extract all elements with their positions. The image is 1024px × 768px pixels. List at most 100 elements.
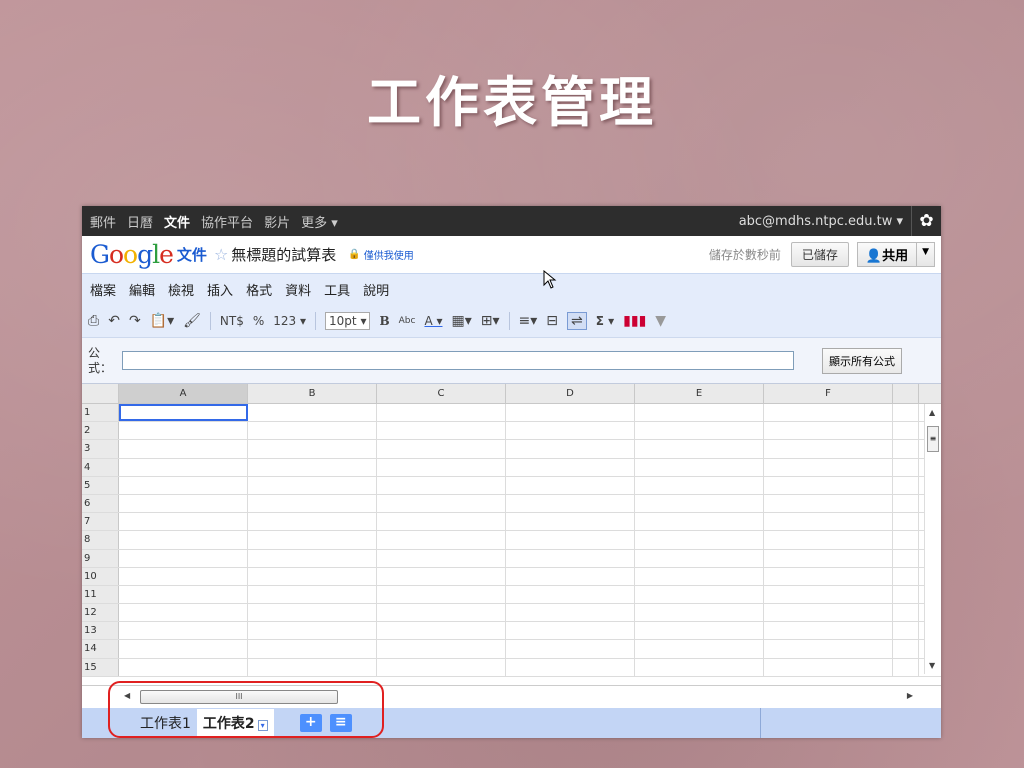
chart-icon[interactable]: ▮▮▮ [623,313,646,329]
grid-cell[interactable] [377,640,506,658]
grid-cell[interactable] [635,622,764,640]
grid-cell[interactable] [377,422,506,440]
grid-cell[interactable] [893,567,919,585]
formula-input[interactable] [122,351,794,370]
menu-file[interactable]: 檔案 [90,280,116,299]
grid-cell[interactable] [506,585,635,604]
grid-cell[interactable] [119,422,248,440]
grid-cell[interactable] [119,531,248,549]
menu-data[interactable]: 資料 [285,280,311,299]
star-icon[interactable]: ☆ [214,245,228,264]
grid-cell[interactable] [764,585,893,604]
nav-item-more[interactable]: 更多 ▾ [301,212,338,231]
grid-cell[interactable] [377,513,506,531]
grid-cell[interactable] [764,440,893,458]
saved-button[interactable]: 已儲存 [790,242,849,267]
grid-cell[interactable] [635,567,764,585]
grid-cell[interactable] [377,404,506,422]
grid-cell[interactable] [506,604,635,622]
grid-cell[interactable] [248,476,377,494]
row-header[interactable]: 12 [82,604,119,622]
fill-color-icon[interactable]: ▦▾ [452,313,472,329]
nav-item-video[interactable]: 影片 [264,212,290,231]
grid-cell[interactable] [893,404,919,422]
grid-cell[interactable] [119,476,248,494]
column-header[interactable]: B [248,384,377,403]
account-email[interactable]: abc@mdhs.ntpc.edu.tw ▾ [739,214,903,229]
font-size-dropdown[interactable]: 10pt ▾ [325,311,371,330]
grid-cell[interactable] [248,531,377,549]
grid-cell[interactable] [635,513,764,531]
grid-cell[interactable] [506,549,635,567]
column-header[interactable]: F [764,384,893,403]
row-header[interactable]: 5 [82,476,119,494]
column-header[interactable]: A [119,384,248,403]
row-header[interactable]: 7 [82,513,119,531]
menu-help[interactable]: 說明 [363,280,389,299]
doc-title[interactable]: 無標題的試算表 [231,244,336,265]
grid-cell[interactable] [764,567,893,585]
row-header[interactable]: 6 [82,494,119,513]
grid-cell[interactable] [377,658,506,676]
grid-cell[interactable] [893,476,919,494]
percent-button[interactable]: % [253,314,264,328]
grid-cell[interactable] [377,567,506,585]
strikethrough-button[interactable]: Abc [399,316,416,326]
merge-cells-icon[interactable]: ⊟ [546,313,558,329]
row-header[interactable]: 3 [82,440,119,458]
text-color-dropdown[interactable]: A ▾ [424,314,442,328]
grid-cell[interactable] [893,622,919,640]
grid-cell[interactable] [764,476,893,494]
row-header[interactable]: 13 [82,622,119,640]
grid-cell[interactable] [506,622,635,640]
grid-cell[interactable] [893,658,919,676]
nav-item-calendar[interactable]: 日曆 [127,212,153,231]
grid-cell[interactable] [377,622,506,640]
undo-icon[interactable]: ↶ [108,313,120,329]
grid-cell[interactable] [248,513,377,531]
grid-cell[interactable] [635,531,764,549]
row-header[interactable]: 10 [82,567,119,585]
grid-cell[interactable] [506,476,635,494]
grid-cell[interactable] [893,585,919,604]
grid-cell[interactable] [764,422,893,440]
grid-cell[interactable] [506,404,635,422]
menu-tools[interactable]: 工具 [324,280,350,299]
grid-cell[interactable] [506,567,635,585]
nav-item-mail[interactable]: 郵件 [90,212,116,231]
filter-icon[interactable]: ▼ [655,313,666,329]
grid-cell[interactable] [764,494,893,513]
google-logo[interactable]: Google [90,240,174,269]
redo-icon[interactable]: ↷ [129,313,141,329]
print-icon[interactable]: ⎙ [88,313,99,329]
grid-cell[interactable] [119,622,248,640]
grid-cell[interactable] [635,494,764,513]
menu-view[interactable]: 檢視 [168,280,194,299]
grid-cell[interactable] [248,494,377,513]
grid-cell[interactable] [635,422,764,440]
product-name[interactable]: 文件 [177,244,207,265]
grid-cell[interactable] [377,604,506,622]
grid-cell[interactable] [119,585,248,604]
currency-button[interactable]: NT$ [220,314,244,328]
vertical-scrollbar[interactable]: ▲ ≡ ▼ [924,404,941,674]
grid-cell[interactable] [377,494,506,513]
row-header[interactable]: 1 [82,404,119,422]
grid-cell[interactable] [893,531,919,549]
grid-cell[interactable] [119,494,248,513]
grid-cell[interactable] [506,640,635,658]
grid-cell[interactable] [764,458,893,476]
grid-cell[interactable] [764,513,893,531]
grid-cell[interactable] [764,658,893,676]
grid-cell[interactable] [248,622,377,640]
grid-cell[interactable] [377,549,506,567]
nav-item-sites[interactable]: 協作平台 [201,212,253,231]
grid-cell[interactable] [635,640,764,658]
grid-cell[interactable] [506,440,635,458]
grid-cell[interactable] [506,513,635,531]
grid-cell[interactable] [506,494,635,513]
grid-cell[interactable] [248,567,377,585]
borders-icon[interactable]: ⊞▾ [481,313,500,329]
number-format-dropdown[interactable]: 123 ▾ [273,314,306,328]
grid-cell[interactable] [893,640,919,658]
